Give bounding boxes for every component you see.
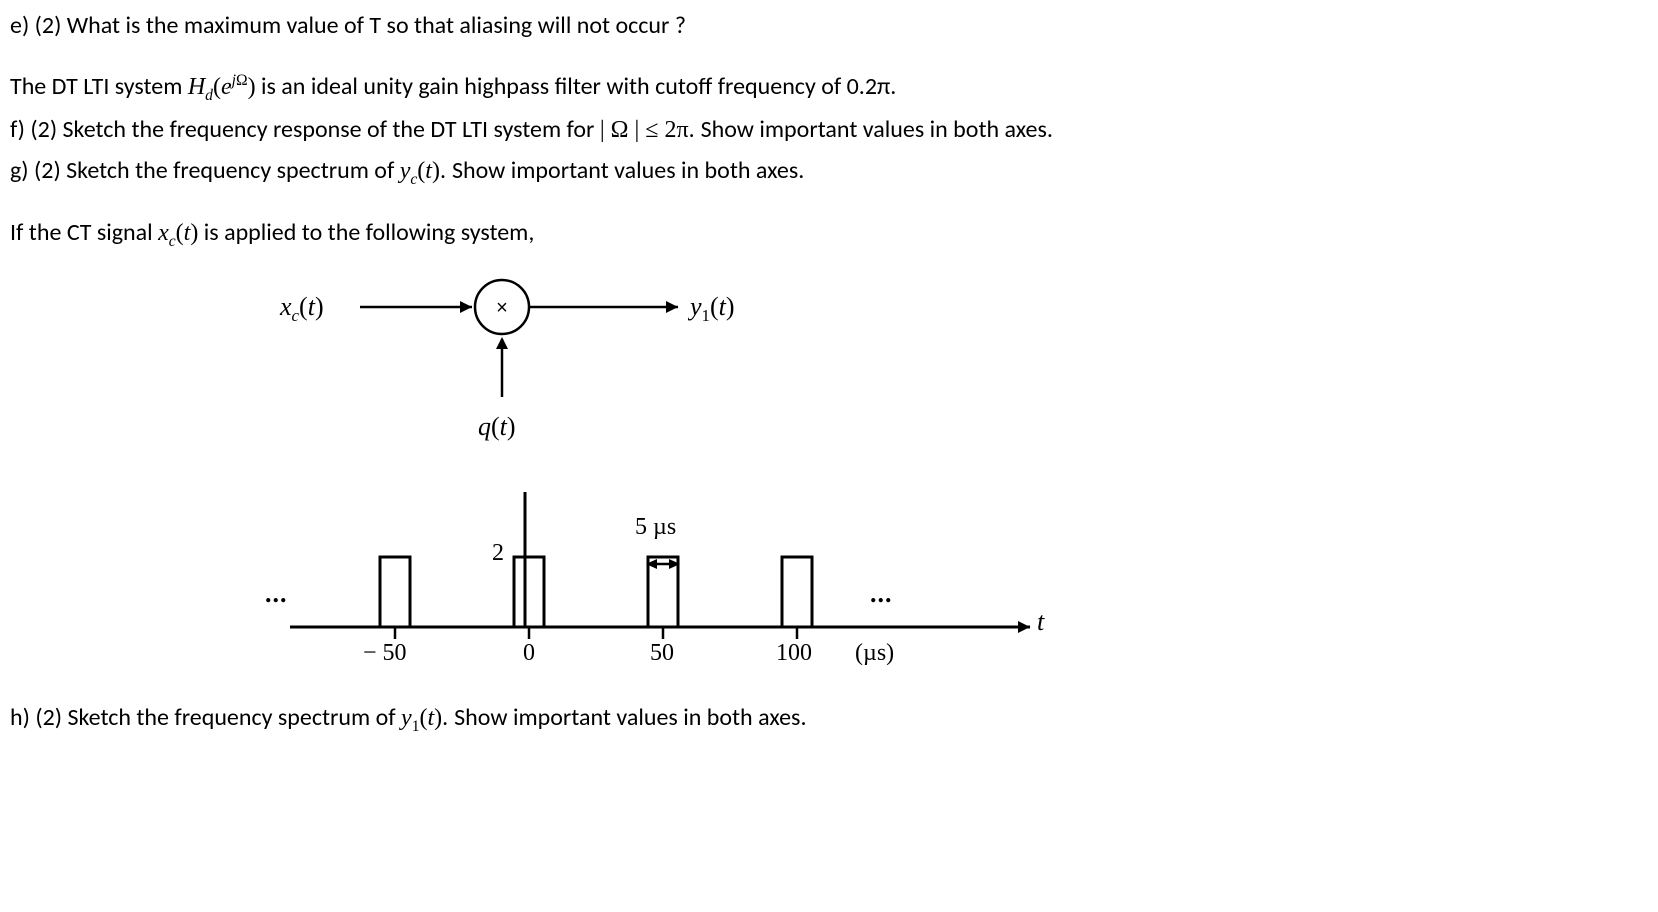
q-h-post: Show important values in both axes.	[454, 703, 806, 732]
ellipsis-left: ...	[265, 579, 288, 609]
question-h-label: h) (2)	[10, 703, 67, 732]
q-h-pre: Sketch the frequency spectrum of	[67, 703, 401, 732]
y-paren-r: ).	[432, 158, 452, 184]
tick-50: 50	[650, 640, 674, 667]
q-g-pre: Sketch the frequency spectrum of	[66, 156, 400, 185]
q-g-post: Show important values in both axes.	[452, 156, 804, 185]
yh-symbol: y	[401, 705, 412, 731]
q-f-pre: Sketch the frequency response of the DT …	[63, 115, 600, 144]
q-pl: (	[491, 412, 500, 441]
question-e: e) (2) What is the maximum value of T so…	[10, 10, 1648, 42]
y1-label: y1(t)	[690, 292, 735, 326]
omega-sup: Ω	[236, 72, 248, 89]
tick-0: 0	[523, 640, 535, 667]
question-g-label: g) (2)	[10, 156, 66, 185]
q-label: q(t)	[478, 412, 516, 442]
y1-pr: )	[726, 292, 735, 321]
question-e-label: e) (2)	[10, 11, 67, 40]
y1-y: y	[690, 292, 702, 321]
five-us-label: 5 µs	[635, 514, 676, 541]
xc-t: t	[308, 292, 315, 321]
system-diagram: xc(t) ×	[260, 282, 1160, 682]
x-symbol: x	[158, 220, 169, 246]
question-e-text: What is the maximum value of T so that a…	[67, 11, 686, 40]
xc-pl: (	[299, 292, 308, 321]
five-num: 5	[635, 514, 653, 540]
x-paren-l: (	[176, 220, 184, 246]
if-line: If the CT signal xc(t) is applied to the…	[10, 217, 1648, 252]
if-pre: If the CT signal	[10, 218, 158, 247]
y-symbol: y	[400, 158, 411, 184]
desc-pre: The DT LTI system	[10, 72, 188, 101]
if-post: is applied to the following system,	[198, 218, 534, 247]
q-f-post: Show important values in both axes.	[701, 115, 1053, 144]
x-sub: c	[169, 233, 176, 250]
e-symbol: e	[221, 74, 232, 100]
question-h: h) (2) Sketch the frequency spectrum of …	[10, 702, 1648, 737]
tick-m50: − 50	[363, 640, 407, 667]
xc-sub: c	[292, 307, 300, 326]
two-label: 2	[492, 540, 504, 567]
multiply-icon: ×	[496, 297, 508, 319]
le-symbol: ≤	[639, 117, 664, 143]
mus-u: µs	[863, 640, 886, 666]
q-q: q	[478, 412, 491, 441]
tick-100: 100	[776, 640, 812, 667]
yh-paren-r: ).	[434, 705, 454, 731]
val-2pi: 2π.	[664, 117, 700, 143]
five-unit: µs	[653, 514, 676, 540]
mus-l: (	[855, 640, 863, 666]
question-f-label: f) (2)	[10, 115, 63, 144]
H-symbol: H	[188, 74, 205, 100]
y1-pl: (	[710, 292, 719, 321]
y1-sub: 1	[702, 307, 710, 326]
H-sub: d	[205, 87, 213, 104]
paren-r: )	[248, 74, 256, 100]
diagram-svg: ×	[260, 282, 1160, 702]
q-pr: )	[507, 412, 516, 441]
t-axis-label: t	[1037, 607, 1044, 637]
y1-t: t	[719, 292, 726, 321]
question-f: f) (2) Sketch the frequency response of …	[10, 114, 1648, 146]
q-t: t	[500, 412, 507, 441]
desc-post: is an ideal unity gain highpass filter w…	[256, 72, 897, 101]
paren-l: (	[213, 74, 221, 100]
question-g: g) (2) Sketch the frequency spectrum of …	[10, 155, 1648, 190]
omega-2: Ω	[605, 117, 635, 143]
xc-pr: )	[315, 292, 324, 321]
ellipsis-right: ...	[870, 579, 893, 609]
unit-us: (µs)	[855, 640, 894, 667]
xc-label: xc(t)	[280, 292, 324, 326]
xc-x: x	[280, 292, 292, 321]
t-var: t	[425, 158, 432, 184]
mus-r: )	[886, 640, 894, 666]
description-filter: The DT LTI system Hd(ejΩ) is an ideal un…	[10, 70, 1648, 106]
